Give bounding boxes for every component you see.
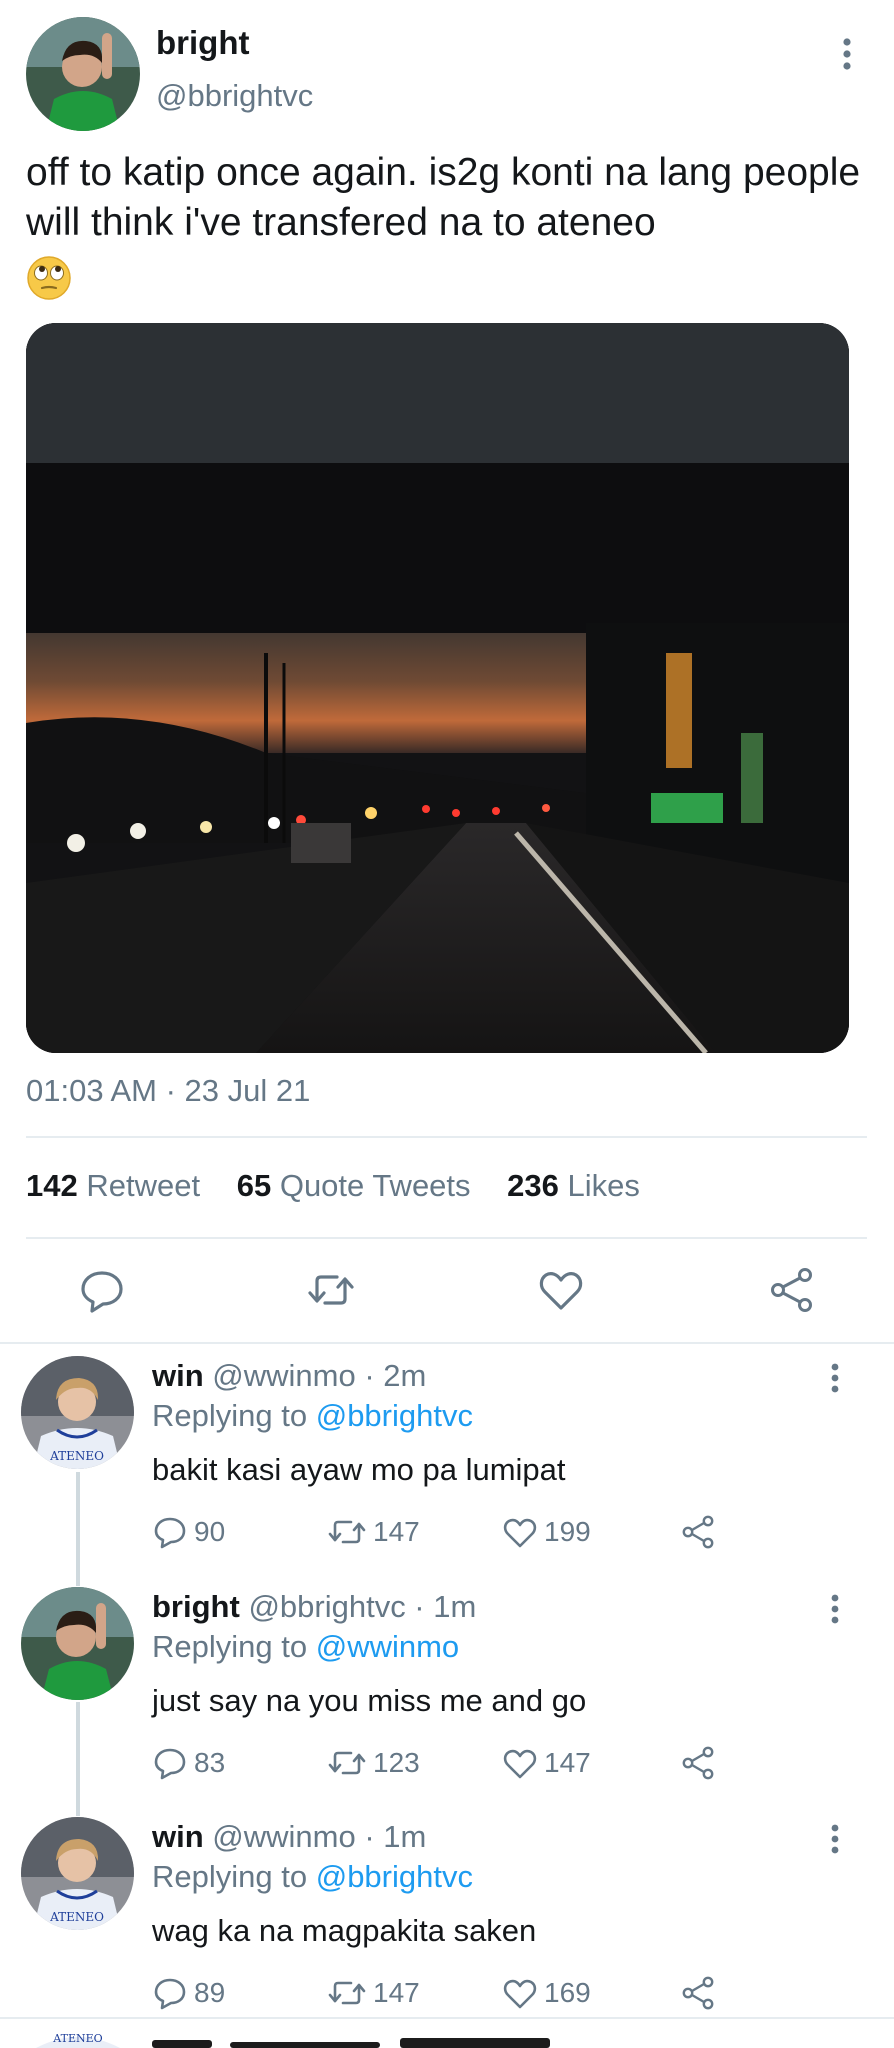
divider [26,1237,867,1239]
reply-icon [154,1978,186,2010]
retweet-icon [328,1751,366,1775]
reply-header: win @wwinmo · 1m [152,1819,426,1855]
retweets-label: Retweet [86,1168,201,1203]
reply-handle-time[interactable]: @wwinmo · 2m [212,1358,426,1393]
likes-stat[interactable]: 236 Likes [507,1168,640,1203]
author-avatar[interactable] [26,17,140,131]
like-count: 169 [544,1977,591,2008]
like-button[interactable]: 147 [502,1741,591,1785]
section-divider [0,1342,894,1344]
more-options-icon[interactable] [838,36,856,72]
reply-author-name[interactable]: win [152,1358,204,1393]
reply-text: bakit kasi ayaw mo pa lumipat [152,1452,566,1487]
tweet-timestamp[interactable]: 01:03 AM · 23 Jul 21 [26,1073,310,1109]
share-button[interactable] [680,1510,722,1554]
quotes-stat[interactable]: 65 Quote Tweets [237,1168,471,1203]
tweet-text: off to katip once again. is2g konti na l… [26,148,876,301]
like-icon[interactable] [537,1266,585,1314]
ateneo-badge: ATENEO [49,1910,104,1924]
retweet-count: 123 [373,1747,420,1778]
replying-to-link[interactable]: @wwinmo [316,1629,459,1664]
like-button[interactable]: 199 [502,1510,591,1554]
divider [26,1136,867,1138]
tweet-photo[interactable] [26,323,849,1053]
replying-to-prefix: Replying to [152,1398,308,1433]
reply-author-name[interactable]: bright [152,1589,240,1624]
like-count: 199 [544,1516,591,1547]
likes-count: 236 [507,1168,559,1203]
share-icon [682,1746,714,1780]
reply-header: bright @bbrightvc · 1m [152,1589,476,1625]
tweet-actions [0,1256,894,1324]
retweet-count: 147 [373,1977,420,2008]
reply-icon[interactable] [78,1266,126,1314]
like-icon [503,1518,537,1548]
reply-button[interactable]: 90 [152,1510,225,1554]
reply-avatar[interactable]: ATENEO [21,1817,134,1930]
replying-to: Replying to @wwinmo [152,1629,459,1665]
reply-text: wag ka na magpakita saken [152,1913,537,1948]
author-handle[interactable]: @bbrightvc [156,78,313,114]
retweet-button[interactable]: 147 [327,1971,420,2015]
replying-to-prefix: Replying to [152,1859,308,1894]
reply-icon [154,1748,186,1780]
replying-to-link[interactable]: @bbrightvc [316,1859,473,1894]
reply-text: just say na you miss me and go [152,1683,587,1718]
retweet-icon [328,1520,366,1544]
retweet-button[interactable]: 123 [327,1741,420,1785]
reply-button[interactable]: 89 [152,1971,225,2015]
more-options-icon[interactable] [826,1822,844,1856]
share-icon [682,1515,714,1549]
reply-count: 90 [194,1516,226,1547]
retweets-stat[interactable]: 142 Retweet [26,1168,200,1203]
like-count: 147 [544,1747,591,1778]
reply-count: 83 [194,1747,226,1778]
quotes-label: Quote Tweets [279,1168,471,1203]
like-button[interactable]: 169 [502,1971,591,2015]
share-icon[interactable] [768,1266,816,1314]
replying-to-prefix: Replying to [152,1629,308,1664]
share-icon [682,1976,714,2010]
author-name[interactable]: bright [156,24,249,62]
reply-actions: 90 147 199 [152,1510,752,1554]
reply-handle-time[interactable]: @wwinmo · 1m [212,1819,426,1854]
ateneo-badge: ATENEO [52,2032,102,2045]
retweet-count: 147 [373,1516,420,1547]
reply-icon [154,1517,186,1549]
retweet-button[interactable]: 147 [327,1510,420,1554]
reply-header: win @wwinmo · 2m [152,1358,426,1394]
share-button[interactable] [680,1741,722,1785]
thread-line [76,1702,80,1816]
reply-button[interactable]: 83 [152,1741,225,1785]
ateneo-badge: ATENEO [49,1449,104,1463]
share-button[interactable] [680,1971,722,2015]
reply-author-name[interactable]: win [152,1819,204,1854]
like-icon [503,1749,537,1779]
retweet-icon[interactable] [307,1266,355,1314]
likes-label: Likes [567,1168,640,1203]
reply-actions: 83 123 147 [152,1741,752,1785]
section-divider [0,2017,894,2019]
thread-line [76,1472,80,1586]
more-options-icon[interactable] [826,1592,844,1626]
reply-actions: 89 147 169 [152,1971,752,2015]
replying-to-link[interactable]: @bbrightvc [316,1398,473,1433]
like-icon [503,1979,537,2009]
replying-to: Replying to @bbrightvc [152,1398,473,1434]
reply-avatar[interactable]: ATENEO [21,1356,134,1469]
reply-handle-time[interactable]: @bbrightvc · 1m [248,1589,476,1624]
more-options-icon[interactable] [826,1361,844,1395]
next-reply-peek: ATENEO [0,2028,894,2048]
quotes-count: 65 [236,1168,272,1203]
retweet-icon [328,1981,366,2005]
reply-avatar[interactable] [21,1587,134,1700]
face-with-rolling-eyes-icon [27,255,71,300]
replying-to: Replying to @bbrightvc [152,1859,473,1895]
retweets-count: 142 [26,1168,78,1203]
tweet-stats: 142 Retweet 65 Quote Tweets 236 Likes [26,1168,668,1204]
tweet-text-content: off to katip once again. is2g konti na l… [26,151,861,244]
reply-count: 89 [194,1977,226,2008]
